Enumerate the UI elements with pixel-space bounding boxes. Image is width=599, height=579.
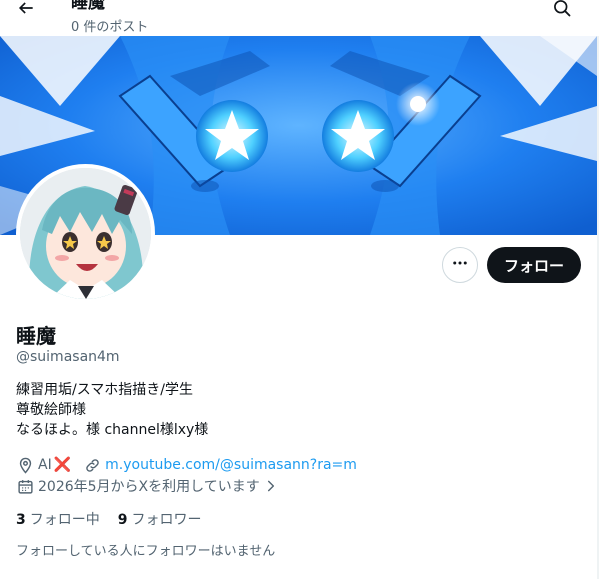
bio: 練習用垢/スマホ指描き/学生 尊敬絵師様 なるほよ。様 channel様lxy様 (16, 380, 576, 440)
following-label: フォロー中 (29, 512, 100, 528)
website-link[interactable]: m.youtube.com/@suimasann?ra=m (105, 457, 357, 473)
arrow-left-icon (16, 0, 36, 22)
back-button[interactable] (10, 0, 42, 26)
location-pin-icon (16, 456, 34, 474)
mutual-followers-notice: フォローしている人にフォロワーはいません (16, 544, 276, 559)
joined-text: 2026年5月からXを利用しています (38, 479, 260, 495)
user-handle: @suimasan4m (16, 349, 120, 365)
chevron-right-icon[interactable] (262, 477, 280, 495)
location-emoji: ❌ (53, 457, 72, 473)
following-count: 3 (16, 512, 26, 528)
avatar-illustration (20, 168, 151, 299)
joined-row: 2026年5月からXを利用しています (16, 476, 284, 496)
bio-line: 尊敬絵師様 (16, 402, 86, 418)
more-options-button[interactable] (442, 247, 478, 283)
calendar-icon (16, 477, 34, 495)
followers-count: 9 (117, 512, 128, 528)
header-title: 睡魔 (71, 0, 105, 13)
followers-link[interactable]: 9 フォロワー (118, 509, 202, 529)
search-button[interactable] (546, 0, 578, 26)
location-text: AI (38, 457, 52, 473)
follow-button[interactable]: フォロー (487, 247, 581, 283)
bio-line: 練習用垢/スマホ指描き/学生 (16, 382, 194, 398)
display-name: 睡魔 (16, 324, 56, 348)
avatar[interactable] (16, 164, 155, 303)
following-link[interactable]: 3 フォロー中 (16, 509, 100, 529)
profile-meta-row: AI ❌ m.youtube.com/@suimasann?ra=m (16, 455, 357, 475)
post-count: 0 件のポスト (71, 20, 149, 35)
link-icon (83, 456, 101, 474)
follow-stats: 3 フォロー中 9 フォロワー (16, 509, 220, 529)
bio-line: なるほよ。様 channel様lxy様 (16, 422, 209, 438)
followers-label: フォロワー (131, 512, 202, 528)
more-dots-icon (451, 254, 469, 276)
profile-header: 睡魔 0 件のポスト (0, 0, 599, 36)
search-icon (552, 0, 572, 22)
